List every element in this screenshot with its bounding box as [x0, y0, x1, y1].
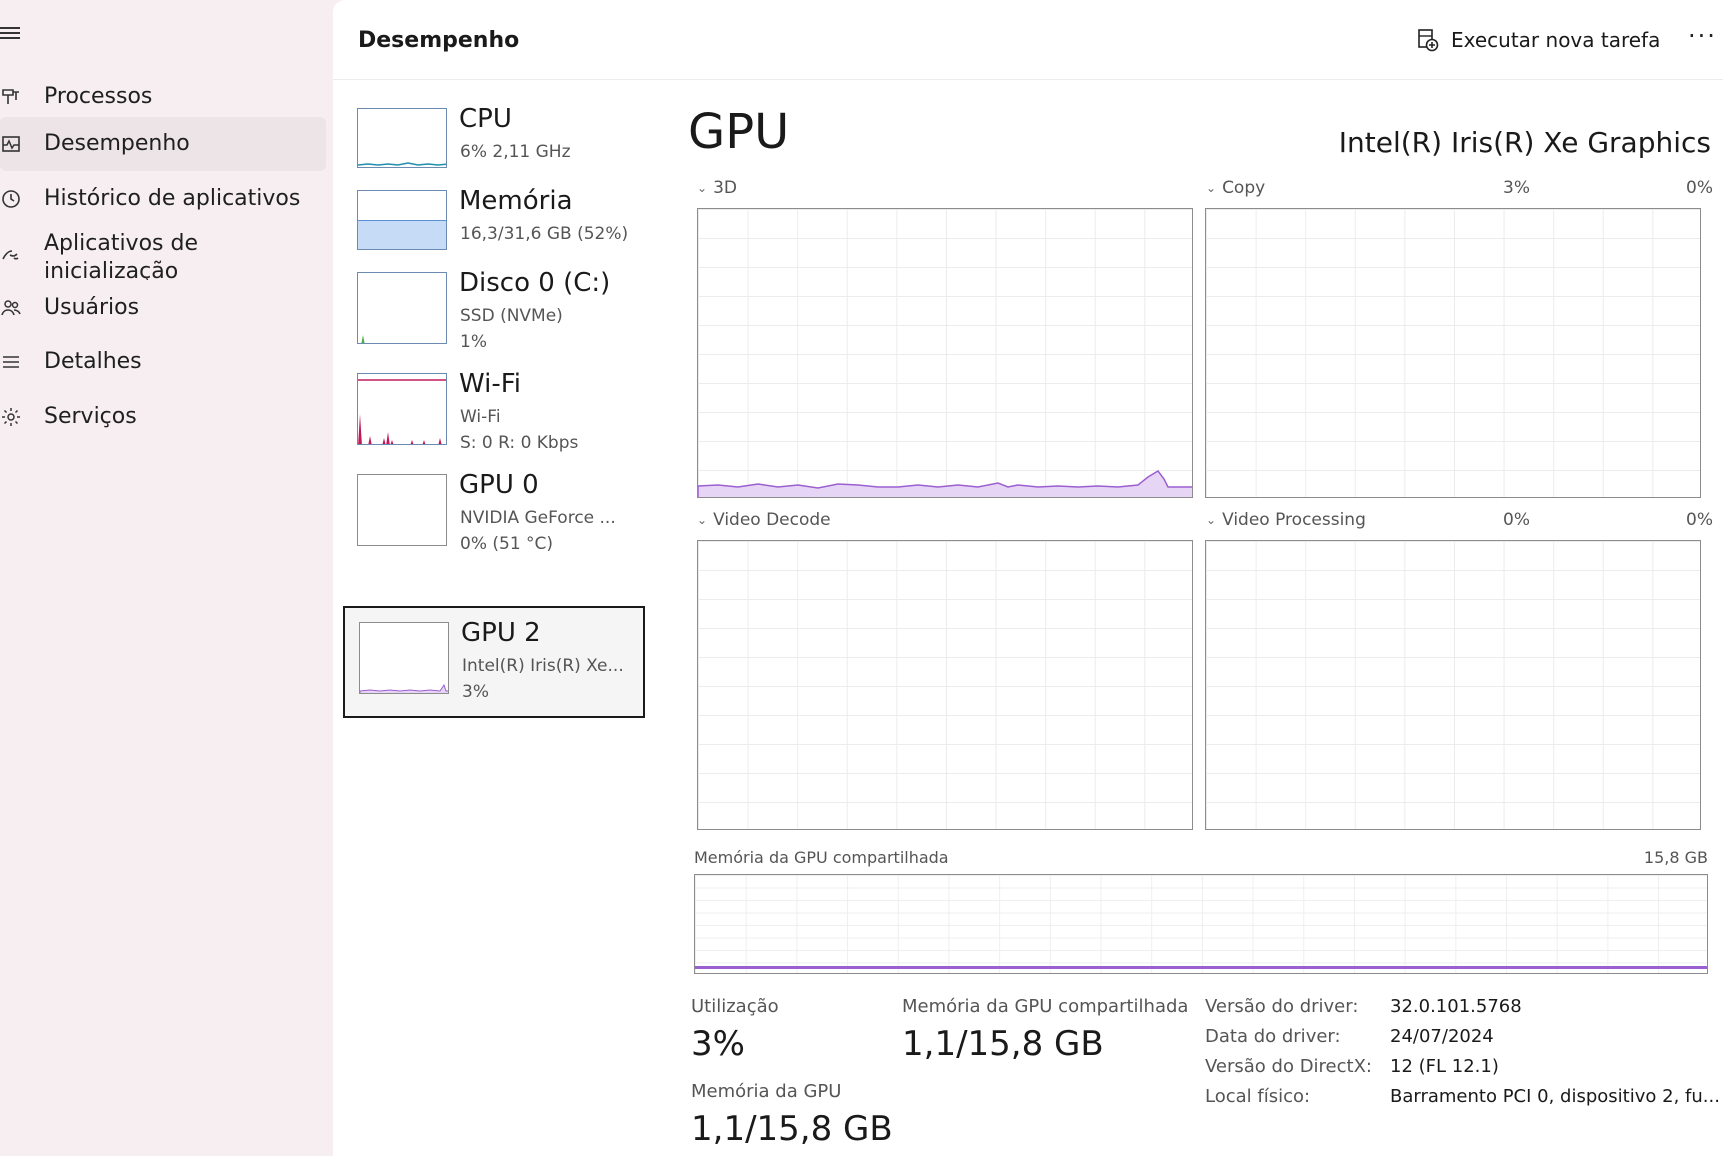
engine-selector-video-processing[interactable]: ⌄ Video Processing [1206, 510, 1366, 530]
chevron-down-icon: ⌄ [697, 513, 708, 527]
directx-version-label: Versão do DirectX: [1205, 1056, 1372, 1077]
navigation-pane: Processos Desempenho Histórico de aplica… [0, 0, 333, 1156]
disk-thumbnail-graph [357, 272, 447, 344]
gpu0-thumbnail-graph [357, 474, 447, 546]
shared-memory-graph [694, 874, 1708, 974]
gpu-model-name: Intel(R) Iris(R) Xe Graphics [1338, 126, 1711, 159]
engine-label: Video Decode [713, 510, 831, 530]
nav-item-label: Histórico de aplicativos [44, 186, 301, 211]
engine-label: Copy [1222, 178, 1266, 198]
page-title: Desempenho [358, 28, 520, 53]
engine-selector-3d[interactable]: ⌄ 3D [697, 178, 737, 198]
device-item-gpu0[interactable]: GPU 0 NVIDIA GeForce ... 0% (51 °C) [343, 464, 645, 576]
gpu-memory-value: 1,1/15,8 GB [691, 1109, 893, 1149]
shared-memory-value: 1,1/15,8 GB [902, 1024, 1104, 1064]
device-name: GPU 0 [459, 470, 539, 500]
engine-percent: 0% [1686, 510, 1713, 530]
run-new-task-button[interactable]: Executar nova tarefa [1417, 28, 1660, 52]
nav-item-label: Detalhes [44, 349, 142, 374]
driver-version-value: 32.0.101.5768 [1390, 996, 1522, 1017]
chevron-down-icon: ⌄ [1206, 181, 1217, 195]
device-detail-2: 3% [462, 682, 489, 702]
engine-graph-3d [697, 208, 1193, 498]
top-bar: Desempenho Executar nova tarefa ··· [333, 0, 1723, 80]
cpu-thumbnail-graph [357, 108, 447, 168]
shared-memory-label: Memória da GPU compartilhada [902, 996, 1189, 1017]
device-detail-2: 1% [460, 332, 487, 352]
device-detail-2: S: 0 R: 0 Kbps [460, 433, 579, 453]
shared-memory-graph-label: Memória da GPU compartilhada [694, 848, 949, 867]
performance-icon [0, 133, 22, 155]
nav-item-inicializacao[interactable]: Aplicativos de inicialização [0, 228, 326, 282]
services-icon [0, 406, 22, 428]
startup-icon [0, 244, 22, 266]
gpu2-thumbnail-graph [359, 622, 449, 694]
device-detail: Wi-Fi [460, 407, 501, 427]
nav-item-processos[interactable]: Processos [0, 70, 326, 124]
hamburger-menu-icon[interactable] [0, 24, 22, 46]
device-name: Disco 0 (C:) [459, 268, 611, 298]
shared-memory-graph-max: 15,8 GB [1643, 848, 1708, 867]
device-item-disk[interactable]: Disco 0 (C:) SSD (NVMe) 1% [343, 262, 645, 374]
chevron-down-icon: ⌄ [1206, 513, 1217, 527]
physical-location-value: Barramento PCI 0, dispositivo 2, fu... [1390, 1086, 1720, 1107]
utilization-label: Utilização [691, 996, 779, 1017]
chevron-down-icon: ⌄ [697, 181, 708, 195]
nav-item-desempenho[interactable]: Desempenho [0, 117, 326, 171]
nav-item-label: Desempenho [44, 131, 190, 156]
nav-item-label: Usuários [44, 295, 140, 320]
memory-thumbnail-graph [357, 190, 447, 250]
engine-graph-video-decode [697, 540, 1193, 830]
device-detail: 6% 2,11 GHz [460, 142, 571, 162]
utilization-value: 3% [691, 1024, 745, 1064]
detail-title: GPU [688, 104, 790, 160]
nav-item-label: Aplicativos de inicialização [44, 231, 198, 280]
device-detail: NVIDIA GeForce ... [460, 508, 616, 528]
driver-date-value: 24/07/2024 [1390, 1026, 1494, 1047]
details-icon [0, 351, 22, 373]
device-name: GPU 2 [461, 618, 541, 648]
nav-item-label: Processos [44, 84, 153, 109]
gpu-memory-label: Memória da GPU [691, 1081, 842, 1102]
nav-item-label: Serviços [44, 404, 137, 429]
engine-percent: 0% [1503, 510, 1530, 530]
device-detail: 16,3/31,6 GB (52%) [460, 224, 629, 244]
driver-version-label: Versão do driver: [1205, 996, 1359, 1017]
main-panel: Desempenho Executar nova tarefa ··· CPU … [333, 0, 1723, 1156]
engine-graph-video-processing [1205, 540, 1701, 830]
nav-item-historico[interactable]: Histórico de aplicativos [0, 172, 326, 226]
engine-selector-video-decode[interactable]: ⌄ Video Decode [697, 510, 831, 530]
nav-item-usuarios[interactable]: Usuários [0, 281, 326, 335]
engine-label: Video Processing [1222, 510, 1366, 530]
users-icon [0, 297, 22, 319]
device-name: Wi-Fi [459, 369, 522, 399]
new-task-icon [1418, 29, 1439, 52]
nav-item-detalhes[interactable]: Detalhes [0, 335, 326, 389]
nav-item-servicos[interactable]: Serviços [0, 390, 326, 444]
engine-percent: 3% [1503, 178, 1530, 198]
history-icon [0, 188, 22, 210]
device-item-wifi[interactable]: Wi-Fi Wi-Fi S: 0 R: 0 Kbps [343, 363, 645, 475]
device-name: CPU [459, 104, 512, 134]
shared-memory-line [695, 966, 1707, 969]
more-options-button[interactable]: ··· [1688, 22, 1717, 50]
engine-label: 3D [713, 178, 737, 198]
device-detail: Intel(R) Iris(R) Xe... [462, 656, 624, 676]
wifi-thumbnail-graph [357, 373, 447, 445]
engine-selector-copy[interactable]: ⌄ Copy [1206, 178, 1265, 198]
engine-percent: 0% [1686, 178, 1713, 198]
device-name: Memória [459, 186, 573, 216]
device-detail-2: 0% (51 °C) [460, 534, 554, 554]
engine-graph-copy [1205, 208, 1701, 498]
device-detail: SSD (NVMe) [460, 306, 563, 326]
device-item-gpu2[interactable]: GPU 2 Intel(R) Iris(R) Xe... 3% [343, 606, 645, 718]
physical-location-label: Local físico: [1205, 1086, 1311, 1107]
processes-icon [0, 86, 22, 108]
directx-version-value: 12 (FL 12.1) [1390, 1056, 1499, 1077]
driver-date-label: Data do driver: [1205, 1026, 1341, 1047]
run-new-task-label: Executar nova tarefa [1451, 28, 1661, 52]
